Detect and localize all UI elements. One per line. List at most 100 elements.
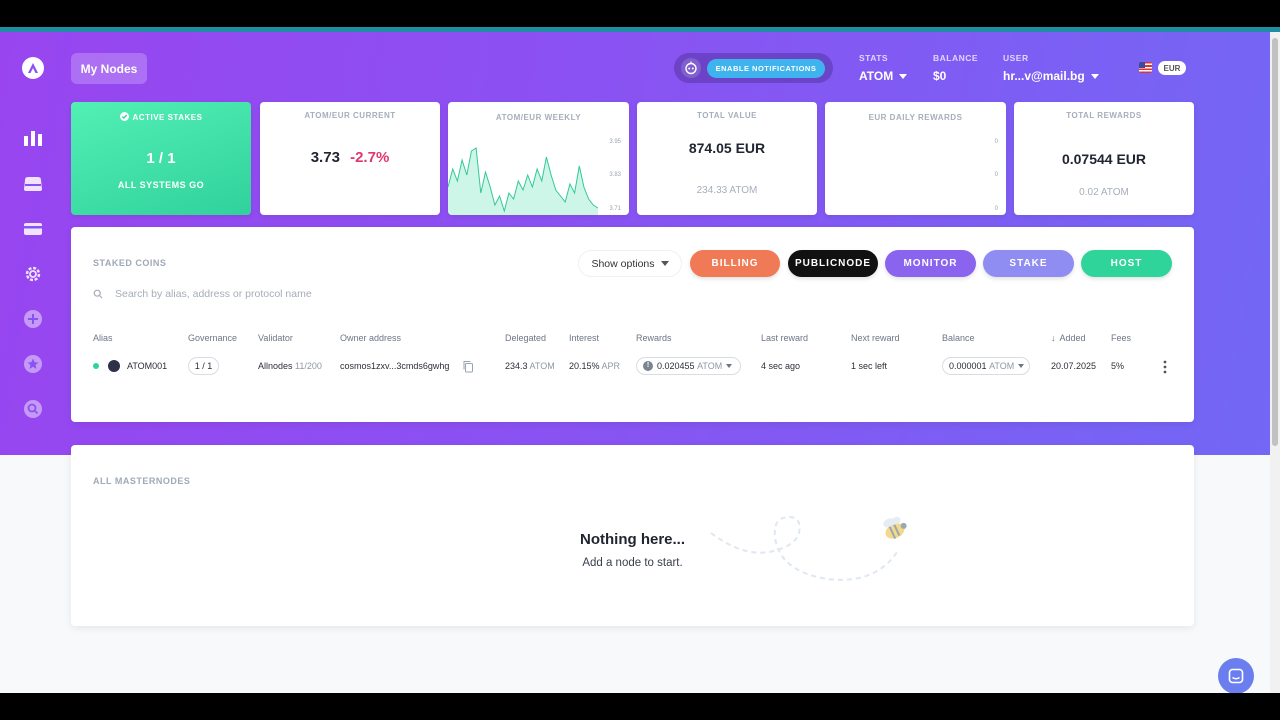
stake-button[interactable]: STAKE (983, 250, 1074, 277)
stats-value: ATOM (859, 69, 894, 83)
row-owner-address: cosmos1zxv...3cmds6gwhg (340, 361, 450, 371)
monitor-button[interactable]: MONITOR (885, 250, 976, 277)
column-header-balance[interactable]: Balance (942, 333, 975, 343)
column-header-added[interactable]: ↓ Added (1051, 333, 1086, 343)
currency-badge[interactable]: EUR (1158, 61, 1186, 75)
status-online-dot (93, 363, 99, 369)
row-validator: Allnodes 11/200 (258, 361, 322, 371)
billing-button[interactable]: BILLING (690, 250, 780, 277)
staked-coins-title: STAKED COINS (93, 258, 167, 268)
price-change: -2.7% (350, 149, 390, 166)
info-icon: ! (643, 361, 653, 371)
cosmos-atom-icon (108, 360, 120, 372)
active-stakes-title-row: ACTIVE STAKES (71, 112, 251, 122)
column-header-validator[interactable]: Validator (258, 333, 293, 343)
column-header-governance[interactable]: Governance (188, 333, 237, 343)
balance-label: BALANCE (933, 53, 979, 63)
weekly-tick-high: 3.95 (609, 139, 621, 145)
publicnode-button[interactable]: PUBLICNODE (788, 250, 878, 277)
us-flag-icon[interactable] (1139, 62, 1152, 73)
row-fees: 5% (1111, 361, 1125, 371)
app: My Nodes ENABLE NOTIFICATIONS STATS ATOM… (0, 32, 1270, 693)
rewards-unit: ATOM (697, 361, 723, 371)
interest-unit: APR (601, 361, 621, 371)
stats-dropdown[interactable]: ATOM (859, 69, 908, 83)
column-header-alias[interactable]: Alias (93, 333, 113, 343)
search-circle-icon[interactable] (22, 398, 44, 420)
card-icon[interactable] (22, 218, 44, 240)
sort-down-arrow-icon: ↓ (1051, 333, 1056, 343)
row-last-reward: 4 sec ago (761, 361, 801, 371)
daily-tick-low: 0 (994, 206, 998, 212)
total-value-card: TOTAL VALUE 874.05 EUR 234.33 ATOM (637, 102, 817, 215)
settings-gear-icon[interactable] (22, 263, 44, 285)
search-input[interactable]: Search by alias, address or protocol nam… (115, 288, 312, 300)
column-header-last-reward[interactable]: Last reward (761, 333, 808, 343)
all-masternodes-panel: ALL MASTERNODES Nothing here... Add a no… (71, 445, 1194, 626)
weekly-tick-low: 3.71 (609, 206, 621, 212)
staked-coins-panel: STAKED COINS Show options BILLING PUBLIC… (71, 227, 1194, 422)
allnodes-logo-icon[interactable] (22, 57, 44, 79)
balance-amount: 0.000001 (949, 361, 987, 371)
column-header-delegated[interactable]: Delegated (505, 333, 546, 343)
atom-eur-current-values: 3.73 -2.7% (260, 149, 440, 166)
total-rewards-card: TOTAL REWARDS 0.07544 EUR 0.02 ATOM (1014, 102, 1194, 215)
balance-value: $0 (933, 69, 947, 83)
daily-tick-high: 0 (994, 139, 998, 145)
chat-support-button[interactable] (1218, 658, 1254, 694)
wallet-icon[interactable] (22, 173, 44, 195)
all-masternodes-title: ALL MASTERNODES (93, 476, 191, 486)
more-options-icon[interactable] (1162, 360, 1168, 374)
row-interest: 20.15% APR (569, 361, 620, 371)
column-header-added-label: Added (1059, 333, 1086, 343)
row-added: 20.07.2025 (1051, 361, 1097, 371)
column-header-interest[interactable]: Interest (569, 333, 599, 343)
row-alias[interactable]: ATOM001 (127, 361, 167, 371)
scrollbar[interactable] (1270, 32, 1280, 693)
scrollbar-thumb[interactable] (1272, 38, 1278, 446)
empty-state-subtitle: Add a node to start. (582, 557, 683, 569)
chevron-down-icon (726, 364, 733, 368)
my-nodes-button[interactable]: My Nodes (71, 53, 147, 84)
favorites-star-icon[interactable] (22, 353, 44, 375)
balance-unit: ATOM (989, 361, 1015, 371)
column-header-next-reward[interactable]: Next reward (851, 333, 900, 343)
total-value-title: TOTAL VALUE (696, 111, 758, 120)
active-stakes-card: ACTIVE STAKES 1 / 1 ALL SYSTEMS GO (71, 102, 251, 215)
search-icon (93, 289, 103, 299)
column-header-owner-address[interactable]: Owner address (340, 333, 401, 343)
atom-eur-current-card: ATOM/EUR CURRENT 3.73 -2.7% (260, 102, 440, 215)
dashboard-chart-icon[interactable] (22, 127, 44, 149)
user-dropdown[interactable]: hr...v@mail.bg (1003, 69, 1099, 83)
search-bar[interactable]: Search by alias, address or protocol nam… (93, 285, 593, 303)
daily-tick-mid: 0 (994, 172, 998, 178)
enable-notifications-button[interactable]: ENABLE NOTIFICATIONS (707, 59, 825, 78)
governance-badge[interactable]: 1 / 1 (188, 357, 219, 375)
chevron-down-icon (1090, 74, 1099, 80)
balance-dropdown[interactable]: 0.000001 ATOM (942, 357, 1030, 375)
total-value-atom: 234.33 ATOM (696, 185, 758, 196)
active-stakes-title: ACTIVE STAKES (132, 113, 203, 122)
column-header-rewards[interactable]: Rewards (636, 333, 672, 343)
chat-icon (1228, 668, 1244, 684)
chevron-down-icon (1018, 364, 1025, 368)
notifications-bar: ENABLE NOTIFICATIONS (674, 53, 833, 83)
interest-rate: 20.15% (569, 361, 600, 371)
host-button[interactable]: HOST (1081, 250, 1172, 277)
copy-icon[interactable] (462, 360, 474, 373)
total-rewards-atom: 0.02 ATOM (1079, 187, 1129, 198)
check-circle-icon (119, 112, 129, 121)
robot-icon (681, 58, 701, 78)
atom-eur-weekly-card: ATOM/EUR WEEKLY 3.95 3.83 3.71 (448, 102, 629, 215)
delegated-amount: 234.3 (505, 361, 528, 371)
validator-count: 11/200 (295, 361, 322, 371)
active-stakes-value: 1 / 1 (146, 150, 176, 167)
add-node-plus-icon[interactable] (22, 308, 44, 330)
eur-daily-rewards-card: EUR DAILY REWARDS 0 0 0 (825, 102, 1006, 215)
show-options-dropdown[interactable]: Show options (578, 250, 682, 277)
total-rewards-title: TOTAL REWARDS (1066, 111, 1142, 120)
rewards-dropdown[interactable]: ! 0.020455 ATOM (636, 357, 741, 375)
column-header-fees[interactable]: Fees (1111, 333, 1131, 343)
user-email: hr...v@mail.bg (1003, 69, 1085, 83)
video-letterbox-top (0, 0, 1280, 27)
